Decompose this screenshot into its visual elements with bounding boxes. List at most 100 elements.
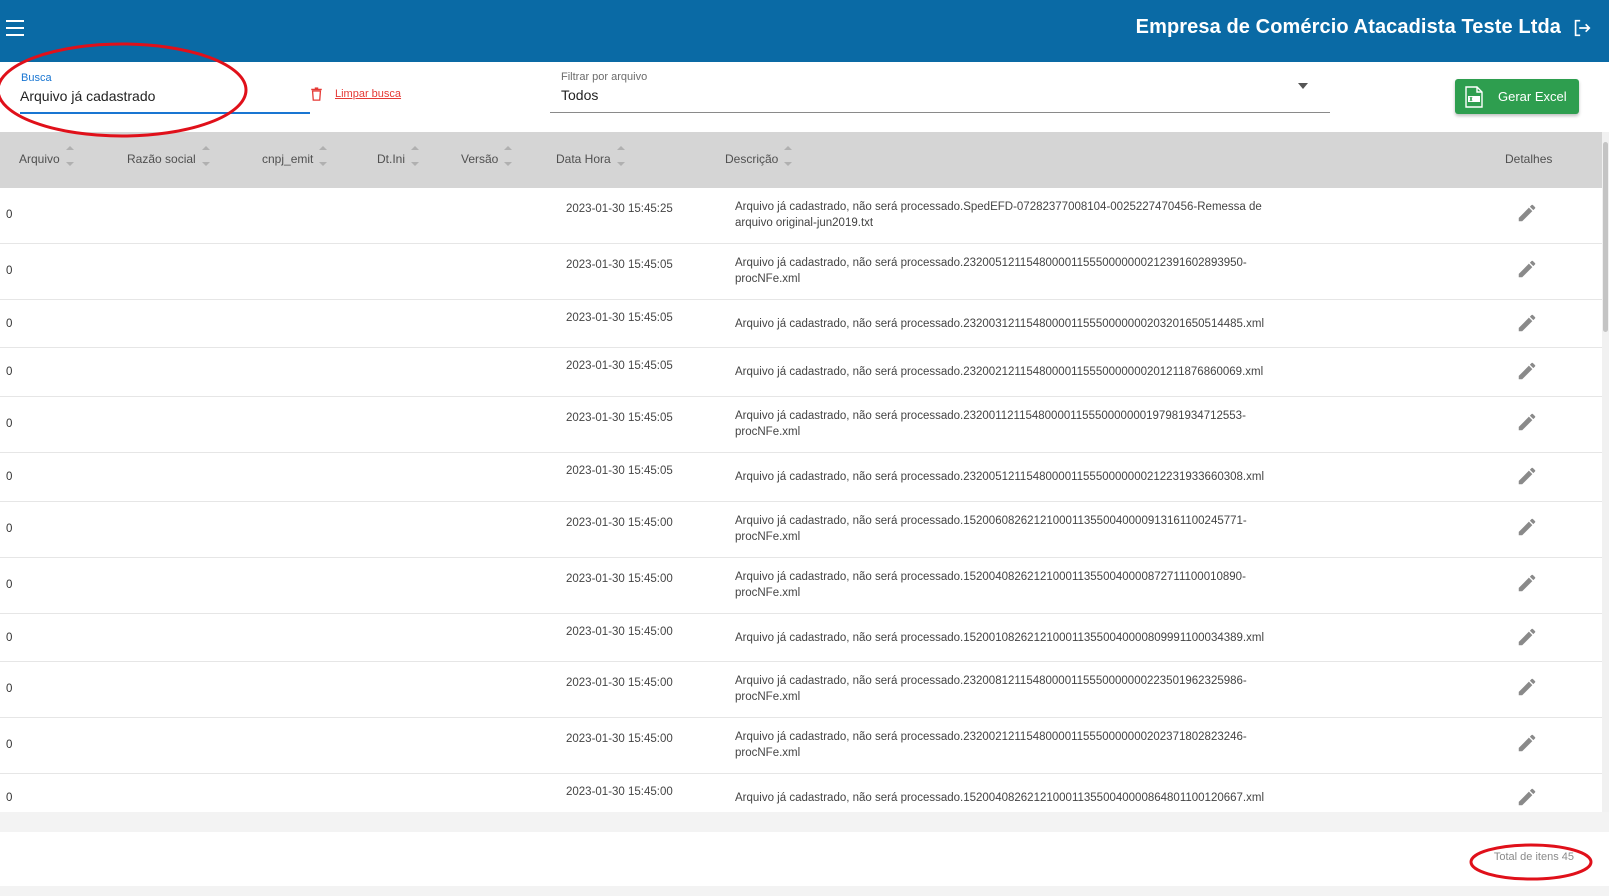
cell-arquivo: 0	[6, 318, 13, 330]
search-field: Busca	[20, 70, 310, 114]
search-label: Busca	[21, 72, 52, 84]
column-header-cnpj-emit[interactable]: cnpj_emit	[262, 146, 328, 174]
table-row[interactable]: 0 2023-01-30 15:45:00 Arquivo já cadastr…	[0, 558, 1602, 614]
cell-arquivo: 0	[6, 579, 13, 591]
cell-arquivo: 0	[6, 683, 13, 695]
sort-arrows-icon[interactable]	[616, 146, 625, 168]
table-row[interactable]: 0 2023-01-30 15:45:05 Arquivo já cadastr…	[0, 348, 1602, 397]
cell-descricao: Arquivo já cadastrado, não será processa…	[735, 571, 1246, 599]
cell-descricao: Arquivo já cadastrado, não será processa…	[735, 318, 1265, 330]
cell-arquivo: 0	[6, 632, 13, 644]
pencil-icon[interactable]	[1516, 572, 1538, 594]
cell-data-hora: 2023-01-30 15:45:00	[566, 677, 673, 689]
column-header-arquivo[interactable]: Arquivo	[19, 146, 74, 174]
cell-data-hora: 2023-01-30 15:45:05	[566, 259, 673, 271]
page-bottom-strip	[0, 886, 1609, 896]
table-row[interactable]: 0 2023-01-30 15:45:25 Arquivo já cadastr…	[0, 188, 1602, 244]
pencil-icon[interactable]	[1516, 360, 1538, 382]
cell-descricao: Arquivo já cadastrado, não será processa…	[735, 257, 1247, 285]
cell-arquivo: 0	[6, 471, 13, 483]
column-header-label: Versão	[461, 152, 499, 166]
sort-arrows-icon[interactable]	[201, 146, 210, 168]
cell-descricao: Arquivo já cadastrado, não será processa…	[735, 515, 1247, 543]
column-header-versao[interactable]: Versão	[461, 146, 513, 174]
trash-icon	[311, 87, 322, 101]
pencil-icon[interactable]	[1516, 258, 1538, 280]
cell-descricao: Arquivo já cadastrado, não será processa…	[735, 675, 1247, 703]
table-row[interactable]: 0 2023-01-30 15:45:05 Arquivo já cadastr…	[0, 453, 1602, 502]
file-filter-select[interactable]: Filtrar por arquivo Todos	[550, 70, 1330, 113]
cell-data-hora: 2023-01-30 15:45:25	[566, 203, 673, 215]
table-row[interactable]: 0 2023-01-30 15:45:00 Arquivo já cadastr…	[0, 662, 1602, 718]
cell-arquivo: 0	[6, 792, 13, 804]
sort-arrows-icon[interactable]	[411, 146, 420, 168]
pencil-icon[interactable]	[1516, 202, 1538, 224]
sort-arrows-icon[interactable]	[504, 146, 513, 168]
table-header: Arquivo Razão social cnpj_emit Dt.Ini Ve…	[0, 132, 1602, 188]
column-header-descricao[interactable]: Descrição	[725, 146, 793, 174]
app-root: Empresa de Comércio Atacadista Teste Ltd…	[0, 0, 1609, 896]
sort-arrows-icon[interactable]	[784, 146, 793, 168]
cell-descricao: Arquivo já cadastrado, não será processa…	[735, 792, 1265, 804]
hamburger-icon[interactable]	[6, 17, 28, 39]
file-filter-label: Filtrar por arquivo	[561, 71, 648, 83]
scrollbar-thumb[interactable]	[1603, 142, 1608, 332]
table-row[interactable]: 0 2023-01-30 15:45:05 Arquivo já cadastr…	[0, 397, 1602, 453]
column-header-dt-ini[interactable]: Dt.Ini	[377, 146, 420, 174]
cell-data-hora: 2023-01-30 15:45:00	[566, 517, 673, 529]
column-header-label: Detalhes	[1505, 152, 1553, 166]
column-header-label: Dt.Ini	[377, 152, 406, 166]
column-header-label: cnpj_emit	[262, 152, 314, 166]
pencil-icon[interactable]	[1516, 516, 1538, 538]
cell-data-hora: 2023-01-30 15:45:00	[566, 733, 673, 745]
pencil-icon[interactable]	[1516, 312, 1538, 334]
column-header-label: Razão social	[127, 152, 196, 166]
cell-descricao: Arquivo já cadastrado, não será processa…	[735, 201, 1262, 229]
pencil-icon[interactable]	[1516, 465, 1538, 487]
table-row[interactable]: 0 2023-01-30 15:45:05 Arquivo já cadastr…	[0, 300, 1602, 348]
xlsx-file-icon	[1465, 85, 1483, 108]
clear-search-label: Limpar busca	[335, 88, 402, 100]
pencil-icon[interactable]	[1516, 676, 1538, 698]
chevron-down-icon	[1298, 83, 1308, 89]
cell-arquivo: 0	[6, 265, 13, 277]
cell-descricao: Arquivo já cadastrado, não será processa…	[735, 366, 1264, 378]
column-header-detalhes: Detalhes	[1505, 152, 1552, 166]
sort-arrows-icon[interactable]	[319, 146, 328, 168]
clear-search-button[interactable]: Limpar busca	[310, 87, 401, 101]
pencil-icon[interactable]	[1516, 786, 1538, 808]
pencil-icon[interactable]	[1516, 626, 1538, 648]
top-app-bar: Empresa de Comércio Atacadista Teste Ltd…	[0, 0, 1609, 62]
table-row[interactable]: 0 2023-01-30 15:45:00 Arquivo já cadastr…	[0, 718, 1602, 774]
vertical-scrollbar[interactable]	[1602, 132, 1609, 812]
table-footer-divider	[0, 812, 1609, 832]
column-header-label: Data Hora	[556, 152, 611, 166]
sort-arrows-icon[interactable]	[65, 146, 74, 168]
cell-descricao: Arquivo já cadastrado, não será processa…	[735, 410, 1246, 438]
logout-icon[interactable]	[1571, 17, 1593, 39]
cell-data-hora: 2023-01-30 15:45:05	[566, 312, 673, 324]
generate-excel-button[interactable]: Gerar Excel	[1455, 79, 1579, 114]
total-items-count: Total de itens 45	[1493, 851, 1574, 863]
column-header-label: Descrição	[725, 152, 779, 166]
company-name: Empresa de Comércio Atacadista Teste Ltd…	[1135, 16, 1561, 38]
table-body: 0 2023-01-30 15:45:25 Arquivo já cadastr…	[0, 188, 1602, 820]
cell-data-hora: 2023-01-30 15:45:05	[566, 465, 673, 477]
file-filter-value: Todos	[561, 87, 599, 103]
cell-data-hora: 2023-01-30 15:45:05	[566, 412, 673, 424]
cell-descricao: Arquivo já cadastrado, não será processa…	[735, 471, 1265, 483]
table-row[interactable]: 0 2023-01-30 15:45:05 Arquivo já cadastr…	[0, 244, 1602, 300]
cell-data-hora: 2023-01-30 15:45:05	[566, 360, 673, 372]
cell-data-hora: 2023-01-30 15:45:00	[566, 573, 673, 585]
column-header-razao-social[interactable]: Razão social	[127, 146, 210, 174]
cell-arquivo: 0	[6, 739, 13, 751]
cell-arquivo: 0	[6, 366, 13, 378]
column-header-data-hora[interactable]: Data Hora	[556, 146, 625, 174]
cell-data-hora: 2023-01-30 15:45:00	[566, 786, 673, 798]
table-row[interactable]: 0 2023-01-30 15:45:00 Arquivo já cadastr…	[0, 502, 1602, 558]
cell-arquivo: 0	[6, 209, 13, 221]
search-input[interactable]	[20, 84, 300, 108]
pencil-icon[interactable]	[1516, 411, 1538, 433]
table-row[interactable]: 0 2023-01-30 15:45:00 Arquivo já cadastr…	[0, 614, 1602, 662]
pencil-icon[interactable]	[1516, 732, 1538, 754]
